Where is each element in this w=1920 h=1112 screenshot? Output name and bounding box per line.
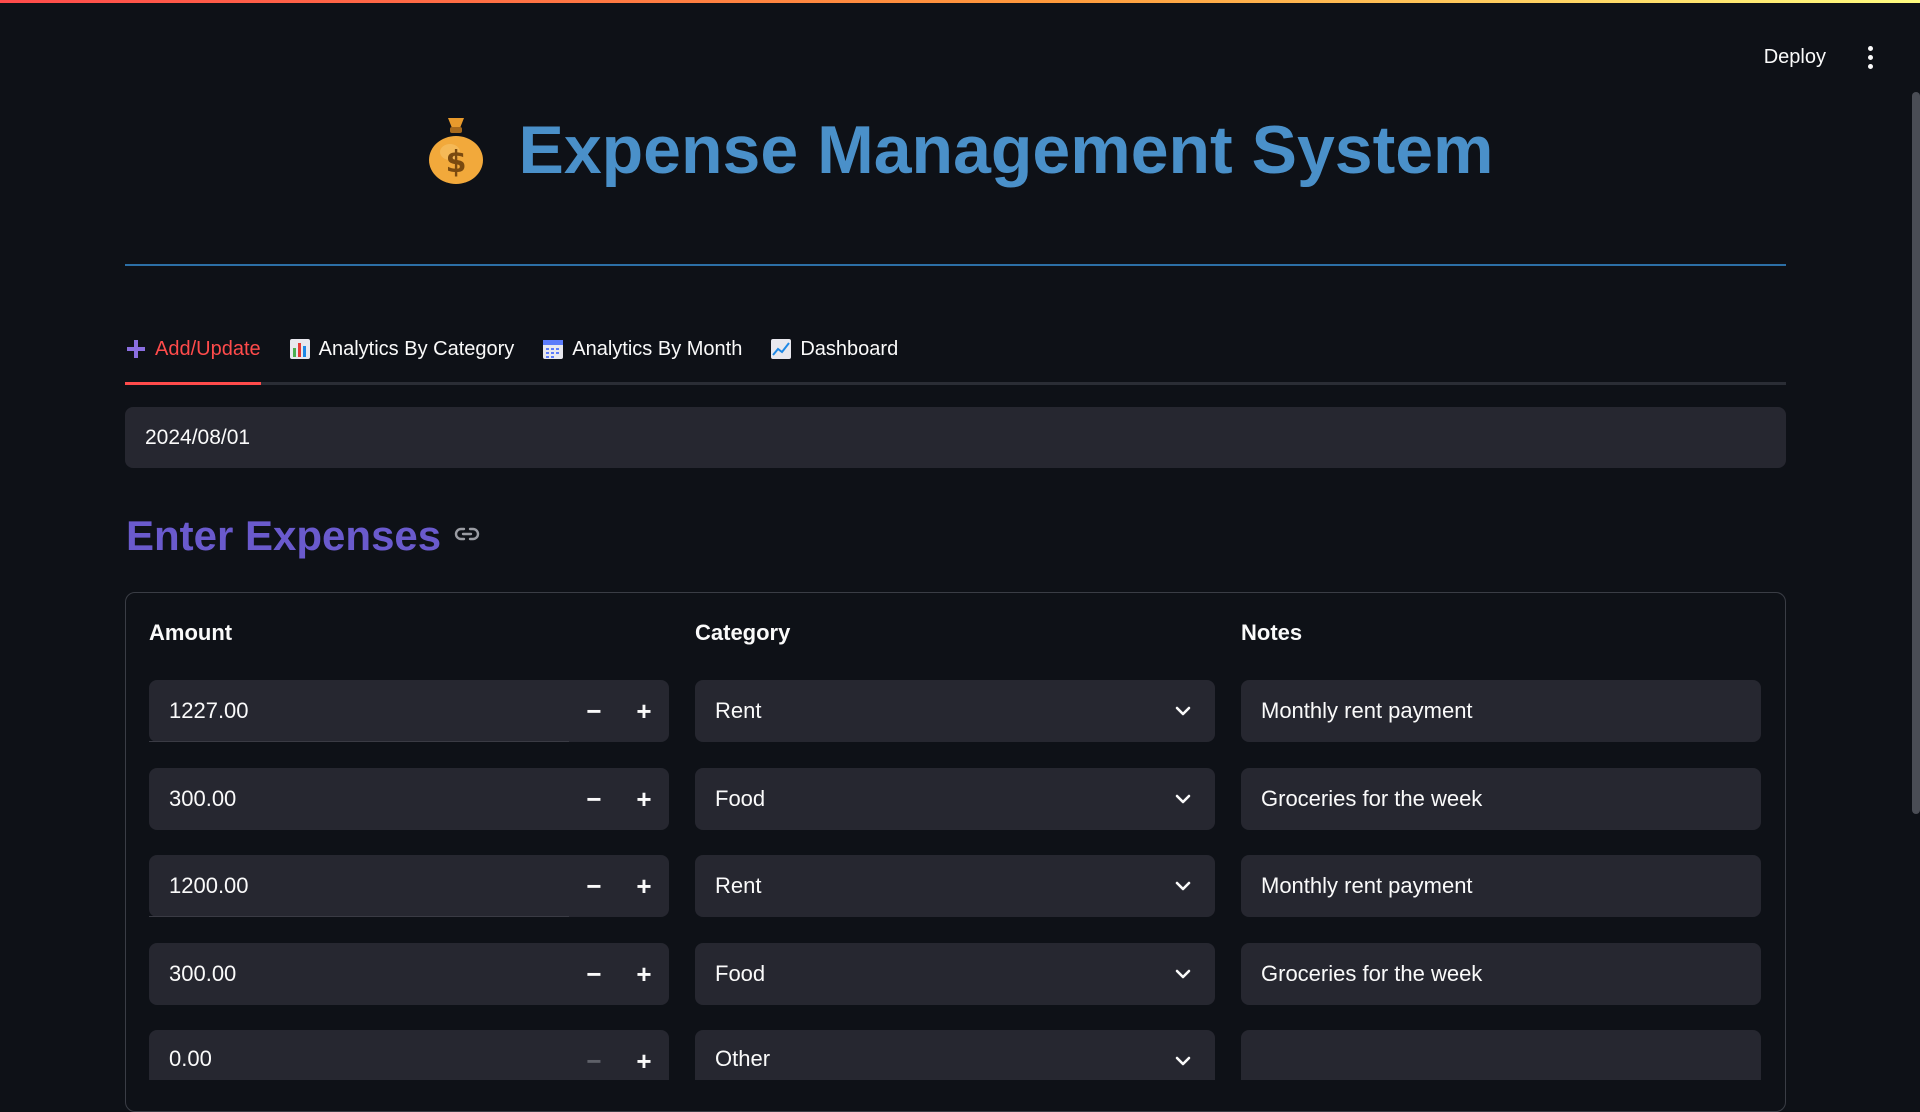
amount-input[interactable]: 300.00 − +	[149, 768, 669, 830]
category-select[interactable]: Food	[695, 943, 1215, 1005]
bar-chart-icon	[289, 338, 311, 360]
date-input-value: 2024/08/01	[145, 425, 251, 449]
chevron-down-icon	[1165, 855, 1201, 917]
amount-input[interactable]: 300.00 − +	[149, 943, 669, 1005]
category-select[interactable]: Other	[695, 1030, 1215, 1080]
amount-value: 0.00	[169, 1046, 212, 1071]
enter-expenses-heading: Enter Expenses	[126, 512, 442, 559]
app-header: Deploy	[1756, 40, 1882, 75]
page-title-row: $ Expense Management System	[0, 108, 1920, 192]
category-value: Food	[715, 786, 766, 811]
tab-label: Analytics By Month	[572, 337, 743, 360]
category-value: Other	[715, 1046, 771, 1071]
tab-analytics-by-category[interactable]: Analytics By Category	[289, 330, 515, 382]
notes-input[interactable]	[1241, 1030, 1761, 1080]
notes-input[interactable]: Groceries for the week	[1241, 943, 1761, 1005]
main-menu-icon[interactable]	[1858, 41, 1882, 75]
category-value: Rent	[715, 873, 762, 898]
notes-input[interactable]: Monthly rent payment	[1241, 855, 1761, 917]
calendar-icon	[542, 338, 564, 360]
amount-value: 1227.00	[169, 698, 249, 723]
category-column-header: Category	[695, 620, 791, 645]
tab-label: Analytics By Category	[318, 337, 515, 360]
notes-value: Monthly rent payment	[1261, 698, 1473, 723]
notes-input[interactable]: Monthly rent payment	[1241, 680, 1761, 742]
amount-input[interactable]: 1227.00 − +	[149, 680, 669, 742]
notes-value: Monthly rent payment	[1261, 873, 1473, 898]
notes-value: Groceries for the week	[1261, 961, 1483, 986]
plus-icon	[125, 338, 147, 360]
decrement-button[interactable]: −	[569, 943, 619, 1005]
increment-button[interactable]: +	[619, 768, 669, 830]
tab-analytics-by-month[interactable]: Analytics By Month	[542, 330, 742, 382]
page-title: Expense Management System	[518, 112, 1494, 188]
increment-button[interactable]: +	[619, 943, 669, 1005]
decrement-button[interactable]: −	[569, 1046, 619, 1076]
tab-add-update[interactable]: Add/Update	[125, 330, 261, 385]
amount-input[interactable]: 1200.00 − +	[149, 855, 669, 917]
chevron-down-icon	[1165, 943, 1201, 1005]
increment-button[interactable]: +	[619, 855, 669, 917]
amount-value: 300.00	[169, 961, 237, 986]
tab-label: Add/Update	[155, 337, 261, 360]
chevron-down-icon	[1165, 768, 1201, 830]
top-decoration-bar	[0, 0, 1920, 3]
money-bag-icon: $	[426, 114, 486, 186]
amount-column-header: Amount	[149, 620, 233, 645]
category-value: Rent	[715, 698, 762, 723]
decrement-button[interactable]: −	[569, 768, 619, 830]
category-select[interactable]: Food	[695, 768, 1215, 830]
category-select[interactable]: Rent	[695, 855, 1215, 917]
svg-text:$: $	[446, 145, 467, 180]
decrement-button[interactable]: −	[569, 680, 619, 742]
chevron-down-icon	[1165, 1046, 1201, 1076]
tab-dashboard[interactable]: Dashboard	[770, 330, 898, 382]
scrollbar[interactable]	[1912, 92, 1920, 814]
tab-label: Dashboard	[800, 337, 899, 360]
notes-column-header: Notes	[1241, 620, 1303, 645]
date-input[interactable]: 2024/08/01	[125, 407, 1786, 468]
chevron-down-icon	[1165, 680, 1201, 742]
notes-value: Groceries for the week	[1261, 786, 1483, 811]
category-value: Food	[715, 961, 766, 986]
amount-value: 1200.00	[169, 873, 249, 898]
notes-input[interactable]: Groceries for the week	[1241, 768, 1761, 830]
increment-button[interactable]: +	[619, 680, 669, 742]
amount-value: 300.00	[169, 786, 237, 811]
category-select[interactable]: Rent	[695, 680, 1215, 742]
tab-bar: Add/Update Analytics By Category Analyti…	[125, 330, 1786, 385]
line-chart-icon	[770, 338, 792, 360]
deploy-button[interactable]: Deploy	[1756, 40, 1834, 75]
increment-button[interactable]: +	[619, 1046, 669, 1076]
link-icon[interactable]	[453, 520, 481, 553]
title-divider	[125, 264, 1786, 266]
decrement-button[interactable]: −	[569, 855, 619, 917]
amount-input[interactable]: 0.00 − +	[149, 1030, 669, 1080]
section-heading: Enter Expenses	[126, 512, 481, 560]
